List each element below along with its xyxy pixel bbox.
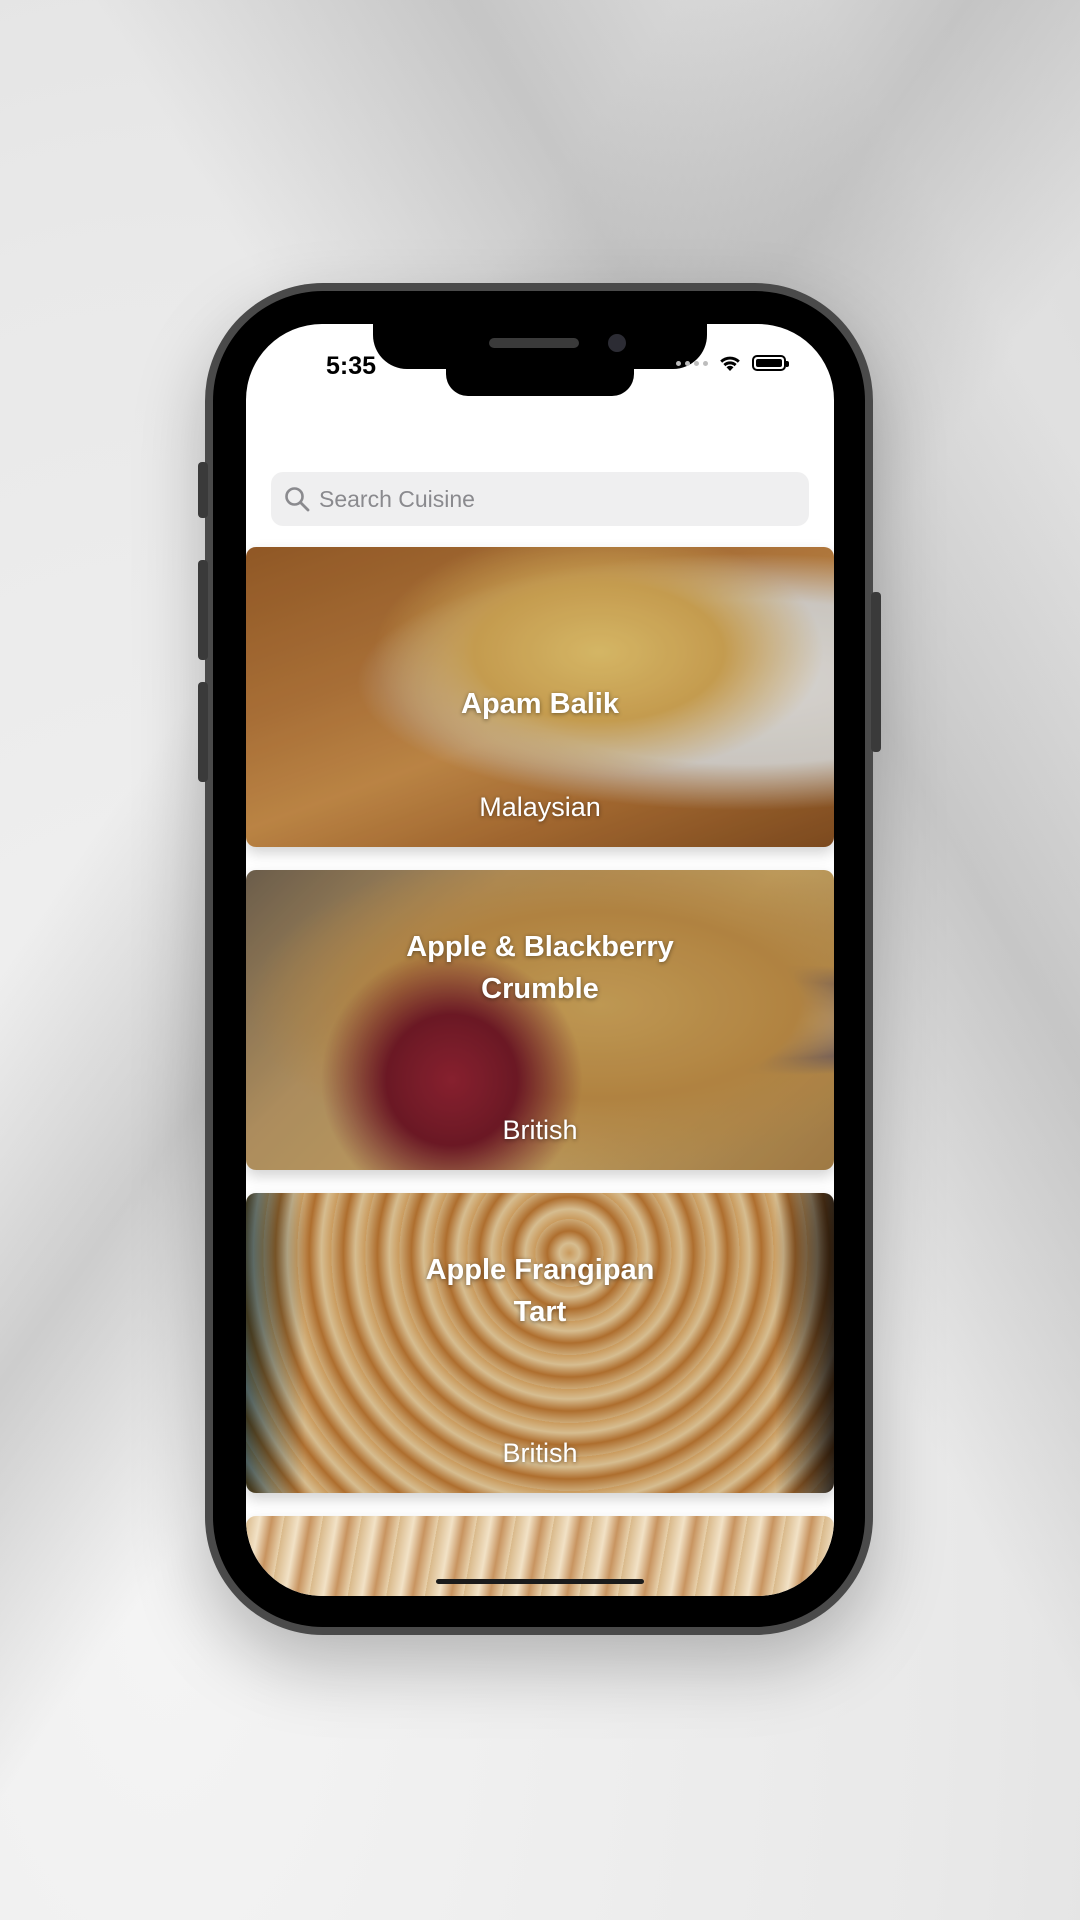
search-input[interactable]: [317, 484, 791, 514]
meal-card[interactable]: Apple Frangipan Tart British: [246, 1193, 834, 1493]
notch: [373, 324, 707, 369]
meal-card[interactable]: [246, 1516, 834, 1596]
meal-title: Apam Balik: [461, 688, 619, 720]
meal-cuisine: British: [502, 1438, 578, 1468]
meal-card[interactable]: Apam Balik Malaysian: [246, 547, 834, 847]
meal-title: Apple & Blackberry Crumble: [406, 931, 674, 1005]
earpiece-speaker: [489, 338, 579, 348]
volume-up-button: [198, 560, 208, 660]
volume-down-button: [198, 682, 208, 782]
search-icon: [285, 487, 310, 512]
search-bar[interactable]: [271, 472, 809, 526]
meal-cuisine: Malaysian: [479, 792, 601, 822]
meal-card[interactable]: Apple & Blackberry Crumble British: [246, 870, 834, 1170]
home-indicator[interactable]: [436, 1579, 644, 1584]
app-screen: 5:35 Apam Balik Malaysian Apple & Blackb…: [246, 324, 834, 1596]
signal-dots-icon: [676, 360, 708, 366]
front-camera: [608, 334, 626, 352]
wifi-icon: [720, 356, 740, 371]
meal-title: Apple Frangipan Tart: [425, 1254, 655, 1328]
meal-image: [246, 1516, 834, 1596]
dynamic-island: [446, 364, 634, 396]
silent-switch: [198, 462, 208, 518]
battery-icon: [752, 355, 789, 371]
status-icons: [676, 354, 789, 372]
meal-cuisine: British: [502, 1115, 578, 1145]
status-time: 5:35: [326, 352, 377, 380]
power-button: [871, 592, 881, 752]
